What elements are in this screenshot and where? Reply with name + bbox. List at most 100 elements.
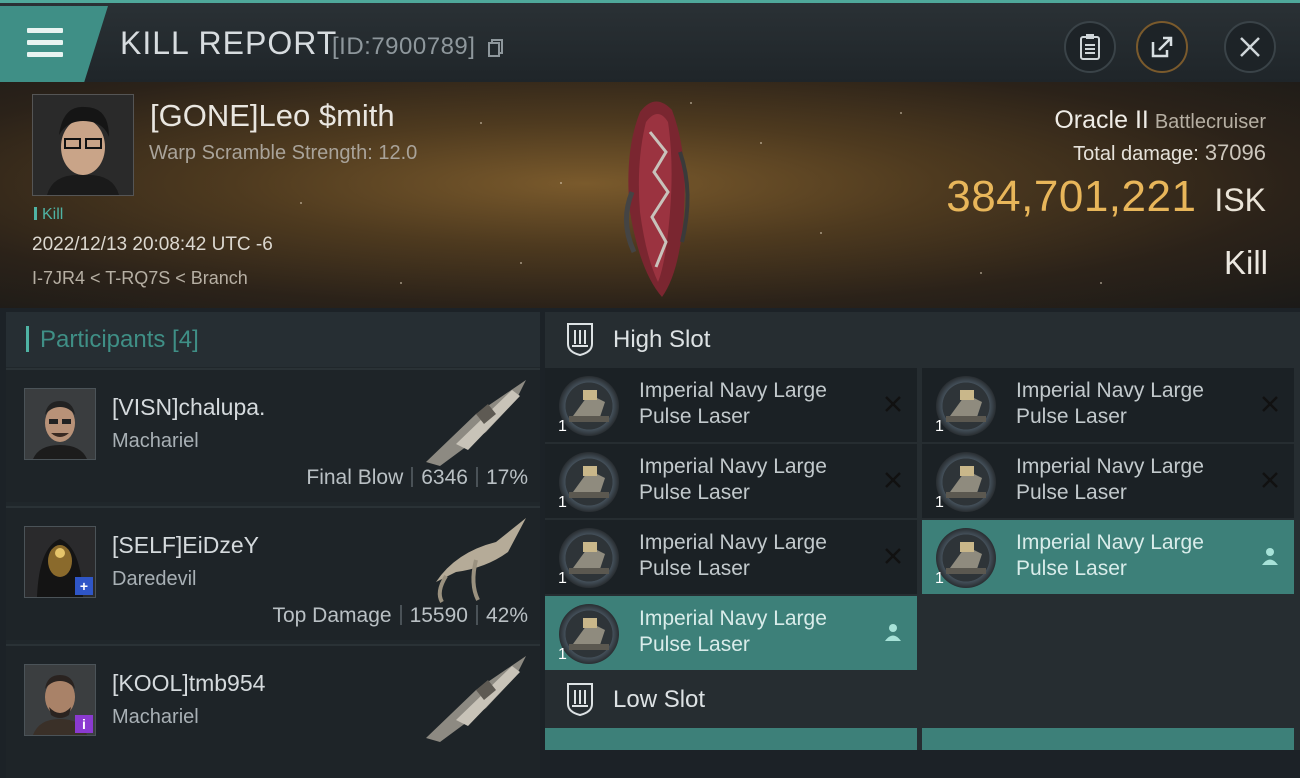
close-button[interactable]	[1224, 21, 1276, 73]
participant-stats: Top Damage 15590 42%	[272, 604, 528, 628]
victim-avatar-image	[33, 95, 133, 195]
destroyed-icon	[885, 472, 901, 488]
module-item[interactable]: 1 Imperial Navy Large Pulse Laser	[545, 520, 917, 594]
participant-percent: 17%	[485, 466, 528, 489]
dropped-icon	[1262, 548, 1278, 565]
victim-ship-name[interactable]: Oracle II Battlecruiser	[1054, 106, 1266, 135]
info-badge-icon: i	[75, 715, 93, 733]
module-name: Imperial Navy Large Pulse Laser	[639, 531, 827, 580]
participant-name[interactable]: [VISN]chalupa.	[112, 394, 265, 421]
high-slot-label: High Slot	[613, 326, 711, 353]
participant-avatar	[24, 388, 96, 460]
close-icon	[1240, 37, 1260, 57]
participant-row[interactable]: + [SELF]EiDzeY Daredevil Top Damage 15590…	[6, 506, 540, 640]
participant-damage: 6346	[421, 466, 468, 489]
victim-ship-image	[624, 101, 690, 297]
victim-summary: [GONE]Leo $mith Warp Scramble Strength: …	[0, 82, 1300, 308]
isk-unit: ISK	[1214, 182, 1266, 218]
module-name: Imperial Navy Large Pulse Laser	[1016, 455, 1204, 504]
module-item[interactable]: 1 Imperial Navy Large Pulse Laser	[545, 444, 917, 518]
participant-stats: Final Blow 6346 17%	[306, 466, 528, 490]
module-item[interactable]: 1 Imperial Navy Large Pulse Laser	[922, 368, 1294, 442]
fitting-panel: High Slot 1 Imperial Navy Large Pulse La…	[545, 312, 1300, 750]
module-item[interactable]: 1 Imperial Navy Large Pulse Laser	[922, 520, 1294, 594]
top-bar: KILL REPORT [ID:7900789]	[0, 0, 1300, 82]
participant-ship: Machariel	[112, 706, 199, 728]
share-button[interactable]	[1136, 21, 1188, 73]
kill-datetime: 2022/12/13 20:08:42 UTC -6	[32, 234, 273, 255]
participants-label: Participants [4]	[40, 326, 199, 353]
clipboard-icon	[1080, 34, 1100, 60]
participant-role: Top Damage	[272, 604, 392, 627]
participant-ship-image	[436, 518, 526, 604]
module-item[interactable]: 1 Imperial Navy Large Pulse Laser	[545, 368, 917, 442]
module-name: Imperial Navy Large Pulse Laser	[639, 455, 827, 504]
destroyed-icon	[1262, 472, 1278, 488]
participant-ship: Machariel	[112, 430, 199, 452]
ship-class: Battlecruiser	[1154, 111, 1266, 133]
low-slot-header: Low Slot	[545, 672, 1300, 728]
participant-ship-image	[426, 380, 526, 466]
module-item[interactable]: 1 Imperial Navy Large Pulse Laser	[922, 444, 1294, 518]
participant-damage: 15590	[409, 604, 468, 627]
destroyed-icon	[1262, 396, 1278, 412]
module-name: Imperial Navy Large Pulse Laser	[639, 379, 827, 428]
clipboard-button[interactable]	[1064, 21, 1116, 73]
module-item[interactable]: 1 Imperial Navy Large Pulse Laser	[545, 596, 917, 670]
menu-button[interactable]	[0, 6, 108, 82]
pulse-laser-icon	[936, 528, 996, 588]
participant-row[interactable]: [VISN]chalupa. Machariel Final Blow 6346 1…	[6, 368, 540, 502]
module-quantity: 1	[558, 494, 567, 511]
module-quantity: 1	[558, 646, 567, 663]
module-quantity: 1	[935, 570, 944, 587]
participant-name[interactable]: [SELF]EiDzeY	[112, 532, 259, 559]
corp-badge-icon: +	[75, 577, 93, 595]
module-quantity: 1	[935, 494, 944, 511]
destroyed-icon	[885, 396, 901, 412]
participant-name[interactable]: [KOOL]tmb954	[112, 670, 265, 697]
warp-scramble-strength: Warp Scramble Strength: 12.0	[149, 142, 418, 164]
low-slot-icon	[567, 683, 593, 716]
pulse-laser-icon	[559, 376, 619, 436]
low-slot-label: Low Slot	[613, 686, 706, 713]
module-quantity: 1	[935, 418, 944, 435]
participant-row[interactable]: i [KOOL]tmb954 Machariel	[6, 644, 540, 778]
result-label: Kill	[1223, 244, 1268, 281]
pulse-laser-icon	[559, 604, 619, 664]
module-item-partial[interactable]	[922, 728, 1294, 750]
pulse-laser-icon	[936, 452, 996, 512]
participant-role: Final Blow	[306, 466, 404, 489]
copy-icon[interactable]	[488, 39, 504, 57]
isk-amount: 384,701,221	[946, 172, 1197, 221]
page-title: KILL REPORT	[120, 25, 338, 61]
module-name: Imperial Navy Large Pulse Laser	[639, 607, 827, 656]
participant-ship-image	[426, 656, 526, 742]
share-icon	[1151, 36, 1173, 58]
module-name: Imperial Navy Large Pulse Laser	[1016, 531, 1204, 580]
victim-portrait[interactable]	[32, 94, 134, 196]
pulse-laser-icon	[559, 452, 619, 512]
pulse-laser-icon	[559, 528, 619, 588]
total-damage-value: 37096	[1204, 140, 1266, 165]
module-quantity: 1	[558, 418, 567, 435]
module-item-partial[interactable]	[545, 728, 917, 750]
dropped-icon	[885, 624, 901, 641]
kill-location[interactable]: I-7JR4 < T-RQ7S < Branch	[32, 268, 248, 289]
participants-panel: Participants [4] [VISN]chalupa. Macharie…	[6, 312, 540, 778]
kill-type-tag: Kill	[34, 206, 63, 224]
participant-percent: 42%	[485, 604, 528, 627]
pulse-laser-icon	[936, 376, 996, 436]
isk-value: 384,701,221 ISK	[946, 172, 1266, 222]
participant-avatar: +	[24, 526, 96, 598]
participants-header: Participants [4]	[6, 312, 540, 367]
total-damage: Total damage: 37096	[1073, 140, 1266, 166]
module-quantity: 1	[558, 570, 567, 587]
high-slot-icon	[567, 323, 593, 356]
high-slot-header: High Slot	[545, 312, 1300, 368]
module-name: Imperial Navy Large Pulse Laser	[1016, 379, 1204, 428]
participant-ship: Daredevil	[112, 568, 197, 590]
ship-type: Oracle II	[1054, 106, 1149, 134]
total-damage-label: Total damage:	[1073, 143, 1199, 165]
victim-name[interactable]: [GONE]Leo $mith	[150, 98, 395, 134]
report-id: [ID:7900789]	[332, 33, 476, 60]
